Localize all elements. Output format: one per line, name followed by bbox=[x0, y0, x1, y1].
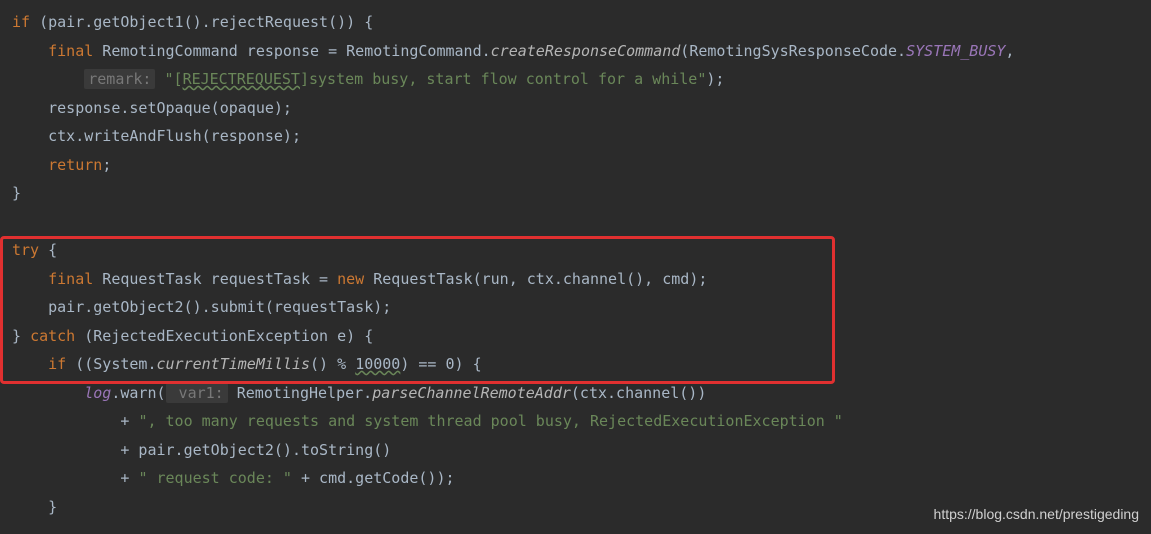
code-text: } bbox=[48, 498, 57, 516]
keyword-try: try bbox=[12, 241, 39, 259]
keyword-final: final bbox=[48, 270, 93, 288]
code-line-5: ctx.writeAndFlush(response); bbox=[12, 122, 1151, 151]
string: ", too many requests and system thread p… bbox=[138, 412, 842, 430]
code-line-15: + pair.getObject2().toString() bbox=[12, 436, 1151, 465]
code-text: RequestTask requestTask = bbox=[93, 270, 337, 288]
code-text: ) == 0) { bbox=[400, 355, 481, 373]
code-text: } bbox=[12, 184, 21, 202]
code-line-3: remark: "[REJECTREQUEST]system busy, sta… bbox=[12, 65, 1151, 94]
static-method: createResponseCommand bbox=[491, 42, 681, 60]
code-editor[interactable]: if (pair.getObject1().rejectRequest()) {… bbox=[12, 8, 1151, 521]
static-var: SYSTEM_BUSY bbox=[906, 42, 1005, 60]
static-var: log bbox=[84, 384, 111, 402]
code-text: ctx.writeAndFlush(response); bbox=[48, 127, 301, 145]
code-text: RemotingCommand response = RemotingComma… bbox=[93, 42, 490, 60]
string: " request code: " bbox=[138, 469, 292, 487]
static-method: currentTimeMillis bbox=[157, 355, 311, 373]
code-line-blank bbox=[12, 208, 1151, 237]
code-line-1: if (pair.getObject1().rejectRequest()) { bbox=[12, 8, 1151, 37]
param-hint: remark: bbox=[84, 69, 155, 89]
code-text: response.setOpaque(opaque); bbox=[48, 99, 292, 117]
code-line-14: + ", too many requests and system thread… bbox=[12, 407, 1151, 436]
code-line-16: + " request code: " + cmd.getCode()); bbox=[12, 464, 1151, 493]
number-underlined: 10000 bbox=[355, 355, 400, 373]
code-line-8: try { bbox=[12, 236, 1151, 265]
watermark-text: https://blog.csdn.net/prestigeding bbox=[934, 501, 1139, 528]
code-text: (ctx.channel()) bbox=[571, 384, 706, 402]
code-text: , bbox=[1005, 42, 1014, 60]
code-text: ; bbox=[102, 156, 111, 174]
code-text: RequestTask(run, ctx.channel(), cmd); bbox=[364, 270, 707, 288]
keyword-final: final bbox=[48, 42, 93, 60]
code-line-13: log.warn( var1: RemotingHelper.parseChan… bbox=[12, 379, 1151, 408]
code-text: (RemotingSysResponseCode. bbox=[680, 42, 906, 60]
code-text: (RejectedExecutionException e) { bbox=[75, 327, 373, 345]
keyword-if: if bbox=[48, 355, 66, 373]
code-line-9: final RequestTask requestTask = new Requ… bbox=[12, 265, 1151, 294]
string-underlined: REJECTREQUEST bbox=[183, 70, 300, 88]
code-text: ); bbox=[706, 70, 724, 88]
code-text: ((System. bbox=[66, 355, 156, 373]
param-hint: var1: bbox=[166, 383, 228, 403]
keyword-new: new bbox=[337, 270, 364, 288]
code-text: { bbox=[39, 241, 57, 259]
code-line-11: } catch (RejectedExecutionException e) { bbox=[12, 322, 1151, 351]
code-text: } bbox=[12, 327, 30, 345]
keyword-return: return bbox=[48, 156, 102, 174]
code-text: + bbox=[120, 469, 138, 487]
code-line-2: final RemotingCommand response = Remotin… bbox=[12, 37, 1151, 66]
code-text: + pair.getObject2().toString() bbox=[120, 441, 391, 459]
code-text: + bbox=[120, 412, 138, 430]
string: "[ bbox=[155, 70, 182, 88]
string: ]system busy, start flow control for a w… bbox=[300, 70, 706, 88]
code-line-6: return; bbox=[12, 151, 1151, 180]
code-text: (pair.getObject1().rejectRequest()) { bbox=[30, 13, 373, 31]
keyword-if: if bbox=[12, 13, 30, 31]
code-text: pair.getObject2().submit(requestTask); bbox=[48, 298, 391, 316]
code-line-12: if ((System.currentTimeMillis() % 10000)… bbox=[12, 350, 1151, 379]
code-text: () % bbox=[310, 355, 355, 373]
code-text: + cmd.getCode()); bbox=[292, 469, 455, 487]
code-line-10: pair.getObject2().submit(requestTask); bbox=[12, 293, 1151, 322]
keyword-catch: catch bbox=[30, 327, 75, 345]
code-line-7: } bbox=[12, 179, 1151, 208]
static-method: parseChannelRemoteAddr bbox=[372, 384, 571, 402]
code-text: .warn( bbox=[111, 384, 165, 402]
code-text: RemotingHelper. bbox=[228, 384, 373, 402]
code-line-4: response.setOpaque(opaque); bbox=[12, 94, 1151, 123]
